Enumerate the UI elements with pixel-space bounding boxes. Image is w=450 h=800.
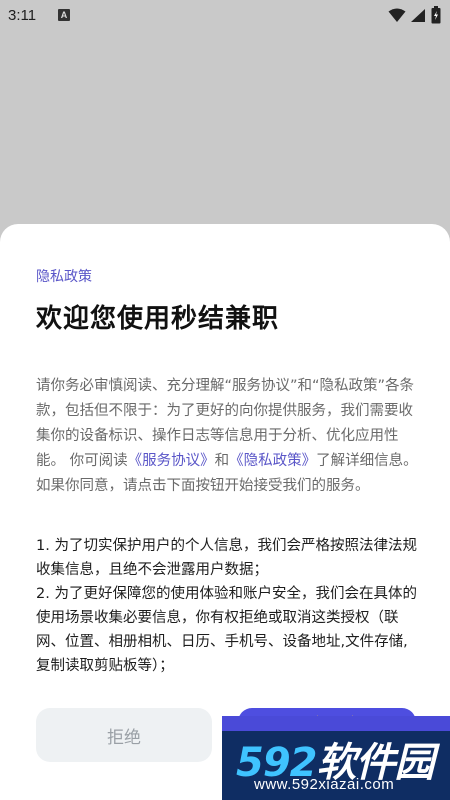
dialog-subtitle: 隐私政策 (36, 269, 92, 285)
notification-badge-icon: A (58, 9, 70, 21)
service-agreement-link[interactable]: 《服务协议》 (128, 453, 215, 469)
dialog-rules: 1. 为了切实保护用户的个人信息，我们会严格按照法律法规收集信息，且绝不会泄露用… (36, 534, 418, 678)
privacy-policy-link[interactable]: 《隐私政策》 (229, 453, 316, 469)
wifi-icon (388, 8, 406, 22)
intro-text-part2: 和 (214, 453, 230, 469)
privacy-dialog: 隐私政策 欢迎您使用秒结兼职 请你务必审慎阅读、充分理解“服务协议”和“隐私政策… (0, 224, 450, 800)
signal-icon (411, 9, 425, 22)
dialog-title: 欢迎您使用秒结兼职 (36, 304, 280, 334)
rule-item: 2. 为了更好保障您的使用体验和账户安全，我们会在具体的使用场景收集必要信息，你… (36, 586, 417, 674)
battery-icon (431, 6, 441, 24)
rule-item: 1. 为了切实保护用户的个人信息，我们会严格按照法律法规收集信息，且绝不会泄露用… (36, 538, 417, 578)
status-time: 3:11 (8, 7, 37, 24)
watermark-logo: 592软件园 www.592xiazai.com (222, 716, 450, 800)
status-bar: 3:11 A (0, 0, 450, 32)
watermark-url: www.592xiazai.com (254, 776, 395, 793)
reject-button[interactable]: 拒绝 (36, 708, 212, 762)
dialog-intro-text: 请你务必审慎阅读、充分理解“服务协议”和“隐私政策”各条款，包括但不限于：为了更… (36, 374, 418, 499)
